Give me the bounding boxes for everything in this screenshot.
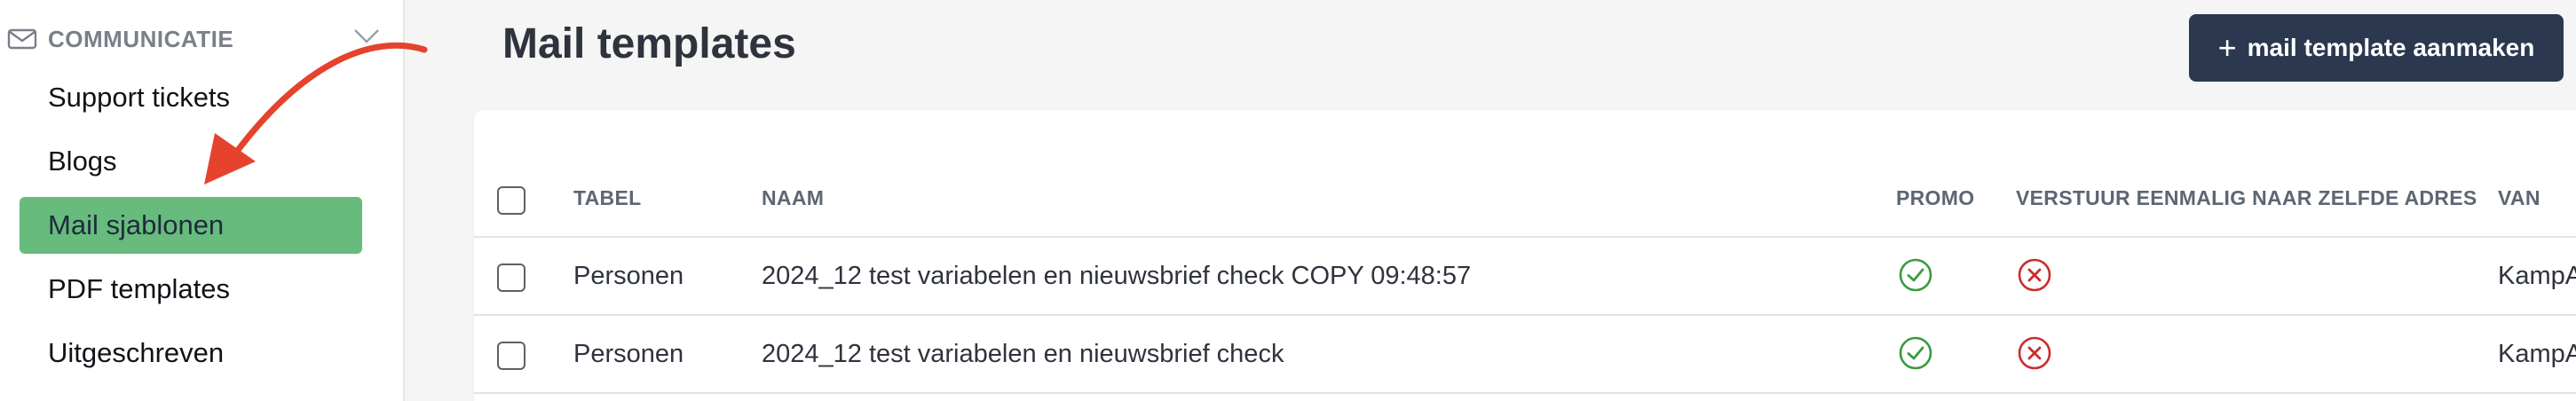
cross-icon: [2018, 258, 2051, 292]
sidebar-item-label: PDF templates: [48, 273, 231, 304]
cell-tabel: Personen: [573, 262, 684, 290]
check-icon: [1899, 336, 1932, 370]
chevron-down-icon[interactable]: [352, 25, 382, 48]
sidebar-item-label: Support tickets: [48, 82, 231, 113]
column-header-van[interactable]: VAN: [2498, 186, 2540, 210]
templates-table: TABEL NAAM PROMO VERSTUUR EENMALIG NAAR …: [474, 110, 2576, 401]
row-checkbox[interactable]: [497, 342, 525, 370]
column-header-promo[interactable]: PROMO: [1896, 186, 1974, 210]
cell-naam[interactable]: 2024_12 test variabelen en nieuwsbrief c…: [762, 340, 1284, 369]
create-mail-template-button[interactable]: + mail template aanmaken: [2189, 14, 2564, 82]
column-header-naam[interactable]: NAAM: [762, 186, 824, 210]
sidebar-item-label: Mail sjablonen: [48, 209, 225, 240]
cell-tabel: Personen: [573, 340, 684, 368]
section-header-communicatie[interactable]: COMMUNICATIE: [7, 21, 394, 57]
cell-naam[interactable]: 2024_12 test variabelen en nieuwsbrief c…: [762, 262, 1471, 291]
select-all-checkbox[interactable]: [497, 186, 525, 215]
envelope-icon: [7, 28, 37, 50]
page-title: Mail templates: [502, 20, 796, 67]
cell-van: KampA: [2498, 262, 2576, 290]
column-header-verstuur-eenmalig[interactable]: VERSTUUR EENMALIG NAAR ZELFDE ADRES: [2016, 186, 2477, 210]
sidebar-item-label: Uitgeschreven: [48, 337, 225, 368]
check-icon: [1899, 258, 1932, 292]
divider: [474, 236, 2576, 238]
create-button-label: mail template aanmaken: [2247, 34, 2535, 61]
sidebar-item-pdf-templates[interactable]: PDF templates: [20, 261, 362, 318]
section-title: COMMUNICATIE: [48, 25, 234, 52]
sidebar-item-mail-sjablonen[interactable]: Mail sjablonen: [20, 197, 362, 254]
sidebar-item-support-tickets[interactable]: Support tickets: [20, 69, 362, 126]
sidebar-item-uitgeschreven[interactable]: Uitgeschreven: [20, 325, 362, 381]
column-header-tabel[interactable]: TABEL: [573, 186, 641, 210]
cross-icon: [2018, 336, 2051, 370]
divider: [474, 392, 2576, 394]
sidebar: COMMUNICATIE Support tickets Blogs Mail …: [0, 0, 428, 401]
cell-van: KampA: [2498, 340, 2576, 368]
sidebar-item-label: Blogs: [48, 145, 117, 177]
plus-icon: +: [2217, 29, 2237, 66]
divider: [474, 314, 2576, 316]
row-checkbox[interactable]: [497, 263, 525, 292]
sidebar-item-blogs[interactable]: Blogs: [20, 133, 362, 190]
